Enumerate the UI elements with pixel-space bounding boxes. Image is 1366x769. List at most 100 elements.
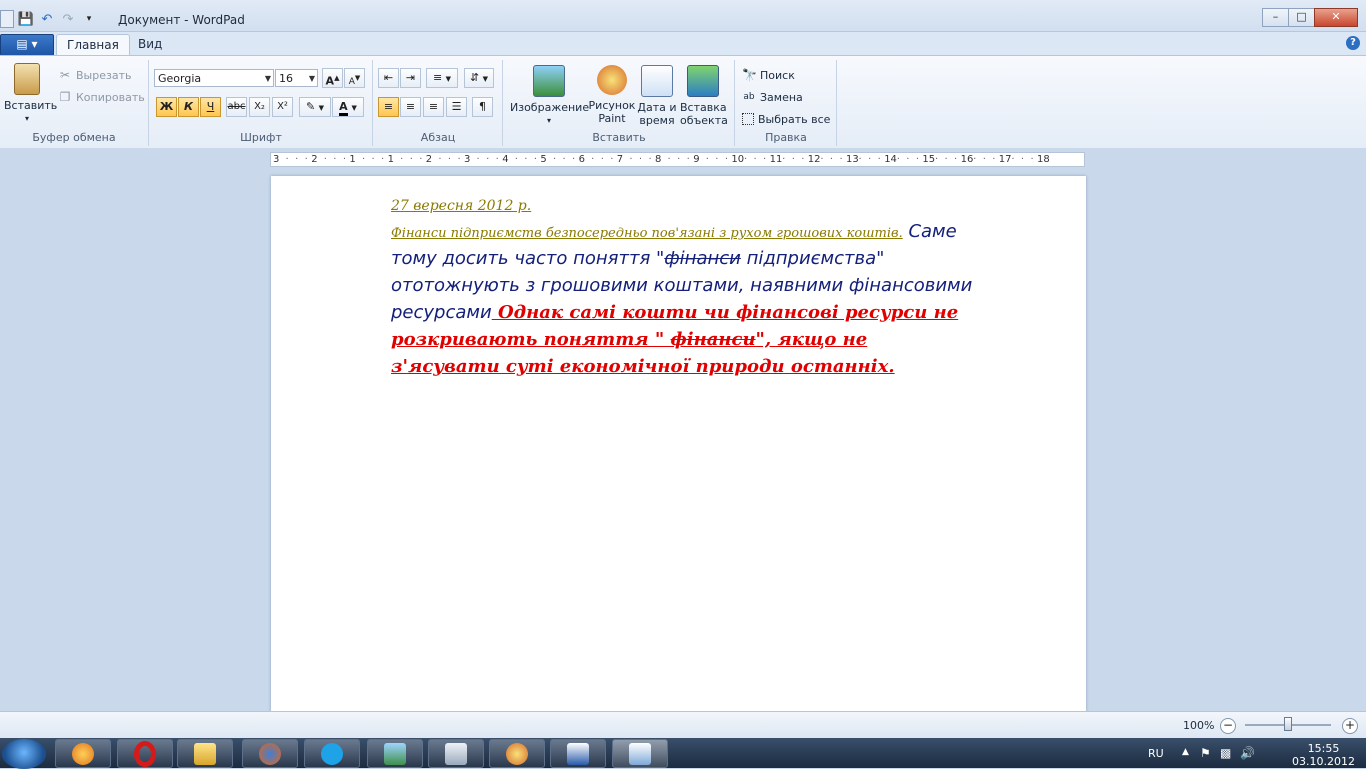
superscript-button[interactable]: X² bbox=[272, 97, 293, 117]
taskbar-opera[interactable] bbox=[117, 739, 173, 768]
taskbar-calculator[interactable] bbox=[428, 739, 484, 768]
taskbar-word[interactable] bbox=[550, 739, 606, 768]
ruler-tick: · bbox=[552, 154, 557, 165]
ruler-tick: · bbox=[763, 154, 767, 165]
taskbar-image-viewer[interactable] bbox=[367, 739, 423, 768]
find-button[interactable]: 🔭 Поиск bbox=[742, 66, 795, 84]
paint-palette-icon bbox=[597, 65, 627, 95]
language-indicator[interactable]: RU bbox=[1148, 747, 1164, 760]
date-time-button[interactable]: Дата и время bbox=[636, 65, 678, 127]
volume-icon[interactable]: 🔊 bbox=[1240, 746, 1255, 760]
ruler-tick: · bbox=[400, 154, 404, 165]
wordpad-app-icon[interactable] bbox=[0, 10, 14, 28]
save-icon[interactable]: 💾 bbox=[17, 11, 35, 27]
align-center-button[interactable]: ≡ bbox=[400, 97, 421, 117]
paint-drawing-button[interactable]: Рисунок Paint bbox=[588, 65, 636, 125]
list-button[interactable]: ≡ ▼ bbox=[426, 68, 458, 88]
grow-font-button[interactable]: A▲ bbox=[322, 68, 343, 88]
tab-view[interactable]: Вид bbox=[128, 34, 172, 55]
shrink-font-button[interactable]: A▼ bbox=[344, 68, 365, 88]
ruler-area: 3 · · · 2 · · · 1 · · · 1 · · · 2 · · · 3 · · · 4 · · · 5 · · · 6 · · · 7 · · ·… bbox=[0, 148, 1366, 172]
taskbar-explorer[interactable] bbox=[177, 739, 233, 768]
ruler-tick: · bbox=[982, 154, 986, 165]
paste-button[interactable]: Вставить ▾ bbox=[4, 63, 57, 125]
opera-icon bbox=[134, 740, 156, 767]
subscript-button[interactable]: X₂ bbox=[249, 97, 270, 117]
tab-home[interactable]: Главная bbox=[56, 34, 130, 56]
taskbar: RU ▲ ⚑ ▩ 🔊 15:55 03.10.2012 bbox=[0, 738, 1366, 769]
font-size-select[interactable]: 16 ▼ bbox=[275, 69, 318, 87]
paragraph-settings-button[interactable]: ¶ bbox=[472, 97, 493, 117]
taskbar-paint[interactable] bbox=[489, 739, 545, 768]
ruler-tick: · bbox=[877, 154, 881, 165]
action-center-flag-icon[interactable]: ⚑ bbox=[1200, 746, 1211, 760]
ruler-tick: · bbox=[829, 154, 834, 165]
ruler-tick: · bbox=[791, 154, 795, 165]
insert-object-button[interactable]: Вставка объекта bbox=[680, 65, 728, 127]
select-all-label: Выбрать все bbox=[758, 112, 831, 126]
highlight-color-button[interactable]: ✎ ▼ bbox=[299, 97, 331, 117]
taskbar-media-player[interactable] bbox=[55, 739, 111, 768]
clipboard-group: Вставить ▾ ✂ Вырезать ❐ Копировать Буфер… bbox=[0, 60, 149, 146]
underline-button[interactable]: Ч bbox=[200, 97, 221, 117]
increase-indent-button[interactable]: ⇥ bbox=[400, 68, 421, 88]
ruler-tick: · bbox=[562, 154, 566, 165]
help-icon[interactable]: ? bbox=[1346, 36, 1360, 50]
zoom-out-button[interactable]: − bbox=[1220, 718, 1236, 734]
document-page[interactable]: 27 вересня 2012 р. Фінанси підприємств б… bbox=[271, 176, 1086, 712]
bullet-list-icon: ≡ bbox=[432, 71, 443, 84]
font-family-value: Georgia bbox=[158, 72, 202, 85]
ruler[interactable]: 3 · · · 2 · · · 1 · · · 1 · · · 2 · · · 3 · · · 4 · · · 5 · · · 6 · · · 7 · · ·… bbox=[270, 152, 1085, 167]
strikethrough-button[interactable]: abc bbox=[226, 97, 247, 117]
show-hidden-icons-icon[interactable]: ▲ bbox=[1182, 747, 1189, 757]
zoom-in-button[interactable]: + bbox=[1342, 718, 1358, 734]
document-date: 27 вересня 2012 р. bbox=[391, 198, 532, 214]
ruler-tick: · bbox=[944, 154, 948, 165]
ruler-tick-label: 7 bbox=[616, 154, 624, 165]
ruler-tick: · bbox=[896, 154, 900, 165]
justify-button[interactable]: ☰ bbox=[446, 97, 467, 117]
ruler-tick-label: 2 bbox=[425, 154, 433, 165]
select-all-button[interactable]: Выбрать все bbox=[742, 110, 830, 128]
window-controls: – □ ✕ bbox=[1262, 8, 1358, 27]
line-spacing-button[interactable]: ⇵ ▼ bbox=[464, 68, 494, 88]
text-segment-3-strike: фінанси bbox=[670, 329, 756, 350]
decrease-indent-button[interactable]: ⇤ bbox=[378, 68, 399, 88]
taskbar-firefox[interactable] bbox=[242, 739, 298, 768]
redo-icon[interactable]: ↷ bbox=[59, 11, 77, 27]
copy-button[interactable]: ❐ Копировать bbox=[58, 88, 145, 106]
ruler-tick: · bbox=[648, 154, 652, 165]
taskbar-wordpad[interactable] bbox=[612, 739, 668, 768]
ruler-tick-label: 1 bbox=[387, 154, 394, 165]
ruler-tick: · bbox=[610, 154, 614, 165]
zoom-slider-thumb[interactable] bbox=[1284, 717, 1292, 731]
status-bar: 100% − + bbox=[0, 711, 1366, 739]
insert-picture-button[interactable]: Изображение ▾ bbox=[510, 65, 589, 127]
bold-button[interactable]: Ж bbox=[156, 97, 177, 117]
app-menu-button[interactable]: ▤ ▾ bbox=[0, 34, 54, 56]
replace-button[interactable]: ab Замена bbox=[742, 88, 802, 106]
customize-qat-icon[interactable]: ▾ bbox=[80, 11, 98, 27]
close-button[interactable]: ✕ bbox=[1314, 8, 1358, 27]
italic-button[interactable]: К bbox=[178, 97, 199, 117]
ruler-tick: · bbox=[591, 154, 595, 165]
ruler-tick-label: 6 bbox=[578, 154, 585, 165]
align-left-button[interactable]: ≡ bbox=[378, 97, 399, 117]
clipboard-group-title: Буфер обмена bbox=[32, 131, 116, 144]
paste-label: Вставить bbox=[4, 99, 58, 112]
maximize-button[interactable]: □ bbox=[1288, 8, 1315, 27]
network-icon[interactable]: ▩ bbox=[1220, 746, 1231, 760]
ruler-tick: · bbox=[371, 154, 375, 165]
taskbar-skype[interactable] bbox=[304, 739, 360, 768]
undo-icon[interactable]: ↶ bbox=[38, 11, 56, 27]
document-text[interactable]: 27 вересня 2012 р. Фінанси підприємств б… bbox=[391, 194, 981, 381]
binoculars-icon: 🔭 bbox=[742, 68, 757, 82]
start-button[interactable] bbox=[2, 739, 46, 769]
font-family-select[interactable]: Georgia ▼ bbox=[154, 69, 274, 87]
minimize-button[interactable]: – bbox=[1262, 8, 1289, 27]
cut-button[interactable]: ✂ Вырезать bbox=[58, 66, 132, 84]
replace-icon: ab bbox=[743, 92, 755, 102]
clock[interactable]: 15:55 03.10.2012 bbox=[1292, 742, 1355, 768]
font-color-button[interactable]: A ▼ bbox=[332, 97, 364, 117]
align-right-button[interactable]: ≡ bbox=[423, 97, 444, 117]
